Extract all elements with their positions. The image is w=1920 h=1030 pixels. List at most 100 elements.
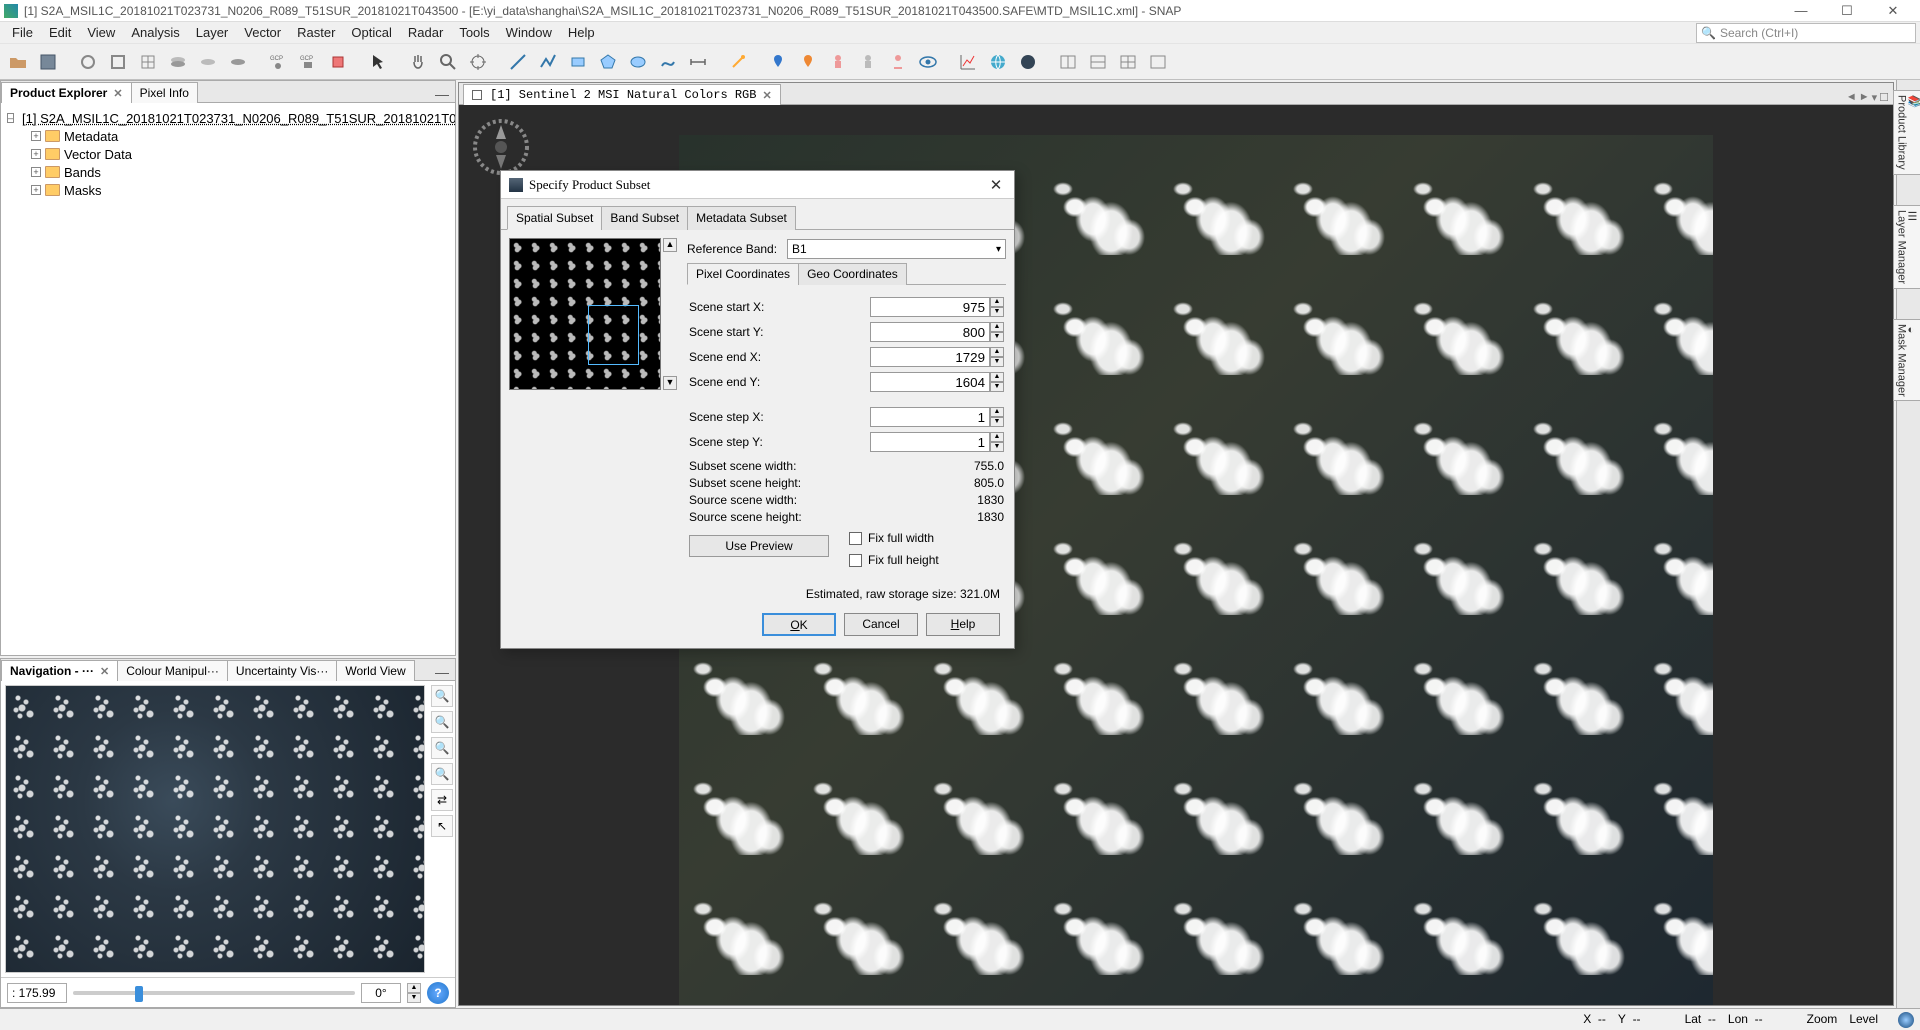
- tab-pixel-info[interactable]: Pixel Info: [131, 82, 198, 103]
- tab-dropdown-icon[interactable]: ▾: [1872, 91, 1878, 104]
- tool-gcp3[interactable]: [134, 48, 162, 76]
- close-button[interactable]: ✕: [1870, 0, 1916, 22]
- product-tree[interactable]: – [1] S2A_MSIL1C_20181021T023731_N0206_R…: [1, 103, 455, 655]
- tool-chart[interactable]: [954, 48, 982, 76]
- menu-view[interactable]: View: [79, 23, 123, 42]
- tool-layout-1[interactable]: [1054, 48, 1082, 76]
- spinner[interactable]: ▲▼: [990, 297, 1004, 317]
- tool-layout-2[interactable]: [1084, 48, 1112, 76]
- tool-gcp-b[interactable]: GCP: [294, 48, 322, 76]
- tree-child[interactable]: +Bands: [7, 163, 449, 181]
- tool-person-b[interactable]: [854, 48, 882, 76]
- tool-layout-3[interactable]: [1114, 48, 1142, 76]
- tab-uncertainty-vis[interactable]: Uncertainty Vis···: [227, 660, 337, 681]
- nav-cursor[interactable]: ↖: [431, 815, 453, 837]
- tool-gcp1[interactable]: [74, 48, 102, 76]
- compass-icon[interactable]: [471, 117, 531, 177]
- menu-layer[interactable]: Layer: [188, 23, 237, 42]
- tool-zoom[interactable]: [434, 48, 462, 76]
- rotation-input[interactable]: [361, 983, 401, 1003]
- help-button[interactable]: Help: [926, 613, 1000, 636]
- tool-gcp-a[interactable]: GCP: [264, 48, 292, 76]
- tool-person-a[interactable]: [824, 48, 852, 76]
- tool-crosshair[interactable]: [464, 48, 492, 76]
- nav-zoom-all[interactable]: 🔍: [431, 737, 453, 759]
- tool-layout-4[interactable]: [1144, 48, 1172, 76]
- tab-prev-icon[interactable]: ◄: [1846, 91, 1857, 104]
- menu-file[interactable]: File: [4, 23, 41, 42]
- tool-globe-dark[interactable]: [1014, 48, 1042, 76]
- menu-optical[interactable]: Optical: [343, 23, 399, 42]
- vtab-product-library[interactable]: 📚Product Library: [1893, 90, 1920, 175]
- tool-pin-orange[interactable]: [794, 48, 822, 76]
- tree-child[interactable]: +Masks: [7, 181, 449, 199]
- expander-icon[interactable]: +: [31, 149, 41, 159]
- menu-raster[interactable]: Raster: [289, 23, 343, 42]
- cancel-button[interactable]: Cancel: [844, 613, 918, 636]
- nav-zoom-fit[interactable]: 🔍: [431, 763, 453, 785]
- tree-root[interactable]: – [1] S2A_MSIL1C_20181021T023731_N0206_R…: [7, 109, 449, 127]
- tool-pan[interactable]: [404, 48, 432, 76]
- image-tab[interactable]: [1] Sentinel 2 MSI Natural Colors RGB ✕: [463, 84, 781, 105]
- tree-child[interactable]: +Metadata: [7, 127, 449, 145]
- panel-collapse-icon[interactable]: —: [429, 86, 455, 102]
- menu-analysis[interactable]: Analysis: [123, 23, 187, 42]
- close-icon[interactable]: ✕: [762, 89, 771, 102]
- dtab-band-subset[interactable]: Band Subset: [601, 206, 688, 230]
- vtab-mask-manager[interactable]: ◐Mask Manager: [1893, 319, 1920, 402]
- tool-save[interactable]: [34, 48, 62, 76]
- menu-radar[interactable]: Radar: [400, 23, 451, 42]
- input-scene-start-y[interactable]: [870, 322, 990, 342]
- nav-sync[interactable]: ⇄: [431, 789, 453, 811]
- globe-icon[interactable]: [1898, 1012, 1914, 1028]
- menu-tools[interactable]: Tools: [451, 23, 497, 42]
- help-icon[interactable]: ?: [427, 982, 449, 1004]
- tab-maximize-icon[interactable]: ☐: [1879, 91, 1889, 104]
- tab-next-icon[interactable]: ►: [1859, 91, 1870, 104]
- tool-draw-freehand[interactable]: [654, 48, 682, 76]
- tool-range[interactable]: [684, 48, 712, 76]
- close-icon[interactable]: ✕: [100, 665, 109, 678]
- dtab-spatial-subset[interactable]: Spatial Subset: [507, 206, 602, 230]
- spinner[interactable]: ▲▼: [990, 432, 1004, 452]
- search-input[interactable]: 🔍 Search (Ctrl+I): [1696, 23, 1916, 43]
- ref-band-select[interactable]: B1 ▾: [787, 239, 1006, 259]
- tab-navigation[interactable]: Navigation - ···✕: [1, 660, 118, 681]
- zoom-slider[interactable]: [73, 991, 355, 995]
- dtab-metadata-subset[interactable]: Metadata Subset: [687, 206, 796, 230]
- navigation-thumbnail[interactable]: [5, 685, 425, 973]
- tool-select[interactable]: [364, 48, 392, 76]
- tool-globe-blue[interactable]: [984, 48, 1012, 76]
- expander-icon[interactable]: +: [31, 167, 41, 177]
- input-scene-end-y[interactable]: [870, 372, 990, 392]
- menu-edit[interactable]: Edit: [41, 23, 79, 42]
- maximize-button[interactable]: ☐: [1824, 0, 1870, 22]
- expander-icon[interactable]: +: [31, 131, 41, 141]
- checkbox-fix-width[interactable]: [849, 532, 862, 545]
- checkbox-fix-height[interactable]: [849, 554, 862, 567]
- ok-button[interactable]: OK: [762, 613, 836, 636]
- tool-gcp-c[interactable]: [324, 48, 352, 76]
- rotation-spinner[interactable]: ▲▼: [407, 983, 421, 1003]
- expander-icon[interactable]: +: [31, 185, 41, 195]
- tool-eye[interactable]: [914, 48, 942, 76]
- tool-pin-blue[interactable]: [764, 48, 792, 76]
- menu-vector[interactable]: Vector: [236, 23, 289, 42]
- menu-help[interactable]: Help: [560, 23, 603, 42]
- use-preview-button[interactable]: Use Preview: [689, 535, 829, 557]
- tool-gcp2[interactable]: [104, 48, 132, 76]
- spinner[interactable]: ▲▼: [990, 407, 1004, 427]
- tool-layer1[interactable]: [164, 48, 192, 76]
- close-icon[interactable]: ✕: [113, 87, 122, 100]
- preview-scrollbar[interactable]: ▲▼: [663, 238, 677, 390]
- tool-layer3[interactable]: [224, 48, 252, 76]
- spinner[interactable]: ▲▼: [990, 322, 1004, 342]
- tree-child[interactable]: +Vector Data: [7, 145, 449, 163]
- zoom-value-input[interactable]: [7, 983, 67, 1003]
- tool-open[interactable]: [4, 48, 32, 76]
- spinner[interactable]: ▲▼: [990, 372, 1004, 392]
- nav-zoom-in[interactable]: 🔍: [431, 685, 453, 707]
- tool-layer2[interactable]: [194, 48, 222, 76]
- tab-world-view[interactable]: World View: [336, 660, 414, 681]
- ctab-pixel-coords[interactable]: Pixel Coordinates: [687, 263, 799, 285]
